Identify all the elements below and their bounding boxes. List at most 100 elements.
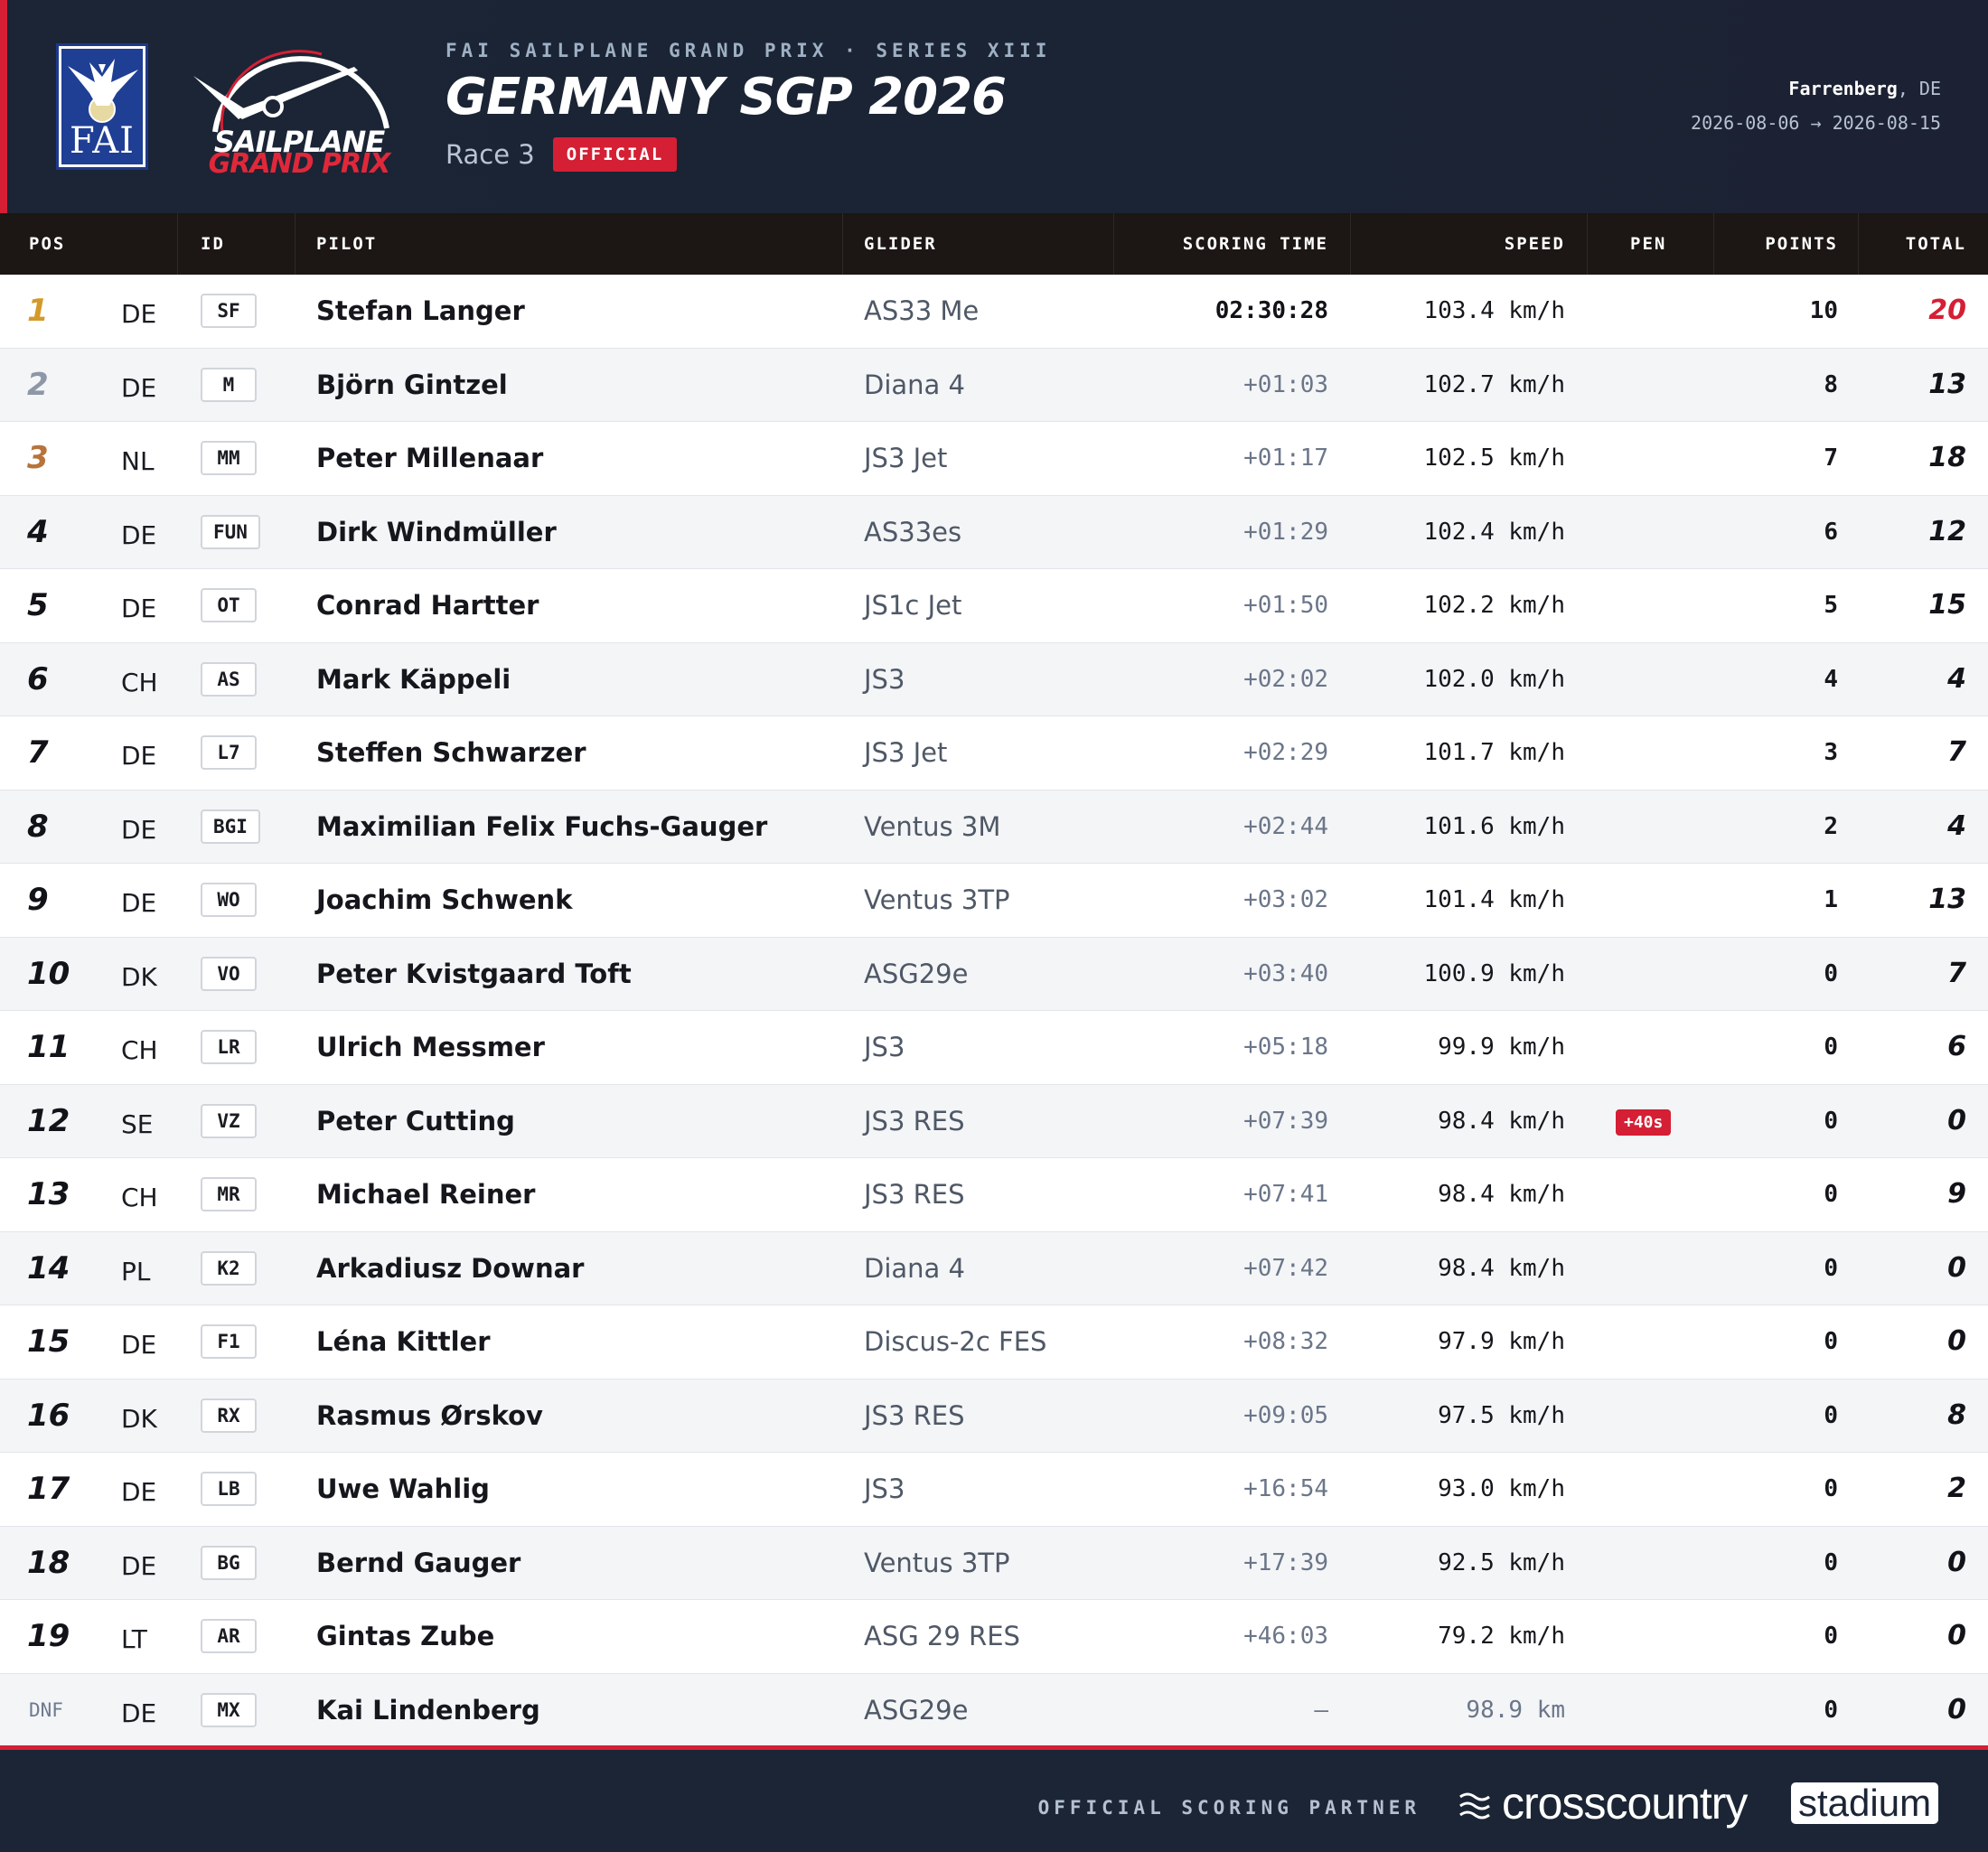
column-header-speed[interactable]: SPEED [1505, 213, 1565, 275]
pilot-name[interactable]: Peter Cutting [316, 1085, 515, 1157]
total-cell: 4 [1947, 662, 1966, 695]
scoring-time-cell: 02:30:28 [1214, 297, 1328, 324]
position-cell: 3 [27, 440, 49, 476]
page-footer: OFFICIAL SCORING PARTNER crosscountry st… [0, 1745, 1988, 1852]
nation-cell: DE [121, 372, 157, 403]
points-cell: 0 [1824, 1181, 1838, 1208]
table-row[interactable]: 5 DE OT Conrad Hartter JS1c Jet +01:50 102.2 k… [0, 569, 1988, 643]
nation-cell: DE [121, 814, 157, 845]
points-cell: 7 [1824, 444, 1838, 472]
pilot-name[interactable]: Peter Millenaar [316, 422, 543, 494]
competition-id-badge: LB [201, 1472, 257, 1506]
speed-cell: 102.7 km/h [1423, 370, 1565, 398]
nation-cell: DE [121, 1330, 157, 1360]
page-header: FAI SAILPLANE GRAND PRIX FAI SAILPLANE G… [0, 0, 1988, 213]
pilot-name[interactable]: Arkadiusz Downar [316, 1232, 585, 1305]
column-header-scoring-time[interactable]: SCORING TIME [1183, 213, 1328, 275]
glider-cell: Discus-2c FES [864, 1326, 1047, 1357]
total-cell: 13 [1928, 884, 1966, 915]
nation-cell: SE [121, 1108, 154, 1139]
column-header-pilot[interactable]: PILOT [316, 213, 377, 275]
table-row[interactable]: 4 DE FUN Dirk Windmüller AS33es +01:29 102.4 k… [0, 495, 1988, 569]
scoring-time-cell: +09:05 [1243, 1401, 1328, 1429]
crosscountry-wind-icon [1459, 1792, 1490, 1819]
table-row[interactable]: 19 LT AR Gintas Zube ASG 29 RES +46:03 79.2 km… [0, 1600, 1988, 1674]
table-row[interactable]: 17 DE LB Uwe Wahlig JS3 +16:54 93.0 km/h 0 2 [0, 1453, 1988, 1527]
points-cell: 3 [1824, 739, 1838, 766]
table-row[interactable]: DNF DE MX Kai Lindenberg ASG29e – 98.9 km 0 0 [0, 1673, 1988, 1747]
pilot-name[interactable]: Gintas Zube [316, 1600, 494, 1672]
pilot-name[interactable]: Peter Kvistgaard Toft [316, 938, 632, 1010]
column-header-id[interactable]: ID [201, 213, 225, 275]
brand-wordmark[interactable]: crosscountry [1502, 1777, 1748, 1829]
nation-cell: DE [121, 741, 157, 771]
brand-badge[interactable]: stadium [1791, 1782, 1939, 1824]
column-header-glider[interactable]: GLIDER [864, 213, 937, 275]
table-row[interactable]: 12 SE VZ Peter Cutting JS3 RES +07:39 98.4 km/… [0, 1084, 1988, 1158]
pilot-name[interactable]: Kai Lindenberg [316, 1674, 540, 1746]
nation-cell: DE [121, 299, 157, 329]
speed-cell: 92.5 km/h [1438, 1548, 1565, 1576]
table-row[interactable]: 10 DK VO Peter Kvistgaard Toft ASG29e +03:40 1… [0, 937, 1988, 1011]
table-row[interactable]: 15 DE F1 Léna Kittler Discus-2c FES +08:32 97.… [0, 1305, 1988, 1380]
scoring-time-cell: +01:03 [1243, 370, 1328, 398]
pilot-name[interactable]: Maximilian Felix Fuchs-Gauger [316, 790, 767, 863]
table-row[interactable]: 11 CH LR Ulrich Messmer JS3 +05:18 99.9 km/h 0 6 [0, 1011, 1988, 1085]
competition-id-badge: BG [201, 1545, 257, 1580]
pilot-name[interactable]: Ulrich Messmer [316, 1011, 545, 1083]
table-row[interactable]: 6 CH AS Mark Käppeli JS3 +02:02 102.0 km/h 4 4 [0, 642, 1988, 716]
status-badge: OFFICIAL [552, 137, 678, 172]
pilot-name[interactable]: Stefan Langer [316, 275, 525, 347]
table-row[interactable]: 8 DE BGI Maximilian Felix Fuchs-Gauger Ventu… [0, 790, 1988, 864]
pilot-name[interactable]: Dirk Windmüller [316, 496, 557, 568]
glider-cell: JS3 [864, 1032, 905, 1062]
table-row[interactable]: 13 CH MR Michael Reiner JS3 RES +07:41 98.4 km… [0, 1158, 1988, 1232]
nation-cell: DE [121, 519, 157, 550]
pilot-name[interactable]: Björn Gintzel [316, 349, 508, 421]
table-row[interactable]: 14 PL K2 Arkadiusz Downar Diana 4 +07:42 98.4 … [0, 1231, 1988, 1305]
glider-cell: JS3 Jet [864, 443, 948, 473]
table-row[interactable]: 9 DE WO Joachim Schwenk Ventus 3TP +03:02 101.… [0, 864, 1988, 938]
points-cell: 6 [1824, 518, 1838, 546]
position-cell: 19 [27, 1618, 70, 1654]
pilot-name[interactable]: Steffen Schwarzer [316, 716, 586, 789]
total-cell: 7 [1947, 957, 1966, 989]
glider-cell: JS3 [864, 1473, 905, 1504]
competition-id-badge: SF [201, 294, 257, 328]
table-row[interactable]: 1 DE SF Stefan Langer AS33 Me 02:30:28 103.4 k… [0, 275, 1988, 349]
table-row[interactable]: 3 NL MM Peter Millenaar JS3 Jet +01:17 102.5 k… [0, 422, 1988, 496]
table-row[interactable]: 7 DE L7 Steffen Schwarzer JS3 Jet +02:29 101.7… [0, 716, 1988, 790]
position-cell: DNF [29, 1698, 63, 1721]
pilot-name[interactable]: Léna Kittler [316, 1305, 491, 1378]
pilot-name[interactable]: Mark Käppeli [316, 643, 511, 716]
glider-cell: ASG 29 RES [864, 1621, 1020, 1651]
pilot-name[interactable]: Uwe Wahlig [316, 1453, 490, 1525]
position-cell: 14 [27, 1249, 70, 1286]
total-cell: 0 [1947, 1251, 1966, 1284]
pilot-name[interactable]: Michael Reiner [316, 1158, 535, 1230]
column-header-pen[interactable]: PEN [1630, 213, 1666, 275]
pilot-name[interactable]: Bernd Gauger [316, 1527, 520, 1599]
points-cell: 0 [1824, 1623, 1838, 1650]
position-cell: 5 [27, 587, 49, 623]
column-header-points[interactable]: POINTS [1765, 213, 1838, 275]
nation-cell: DE [121, 1698, 157, 1728]
competition-id-badge: OT [201, 588, 257, 622]
position-cell: 2 [27, 366, 49, 403]
glider-cell: JS1c Jet [864, 590, 962, 621]
position-cell: 13 [27, 1176, 70, 1212]
column-header-pos[interactable]: POS [29, 213, 65, 275]
table-row[interactable]: 2 DE M Björn Gintzel Diana 4 +01:03 102.7 km/h… [0, 348, 1988, 422]
table-row[interactable]: 18 DE BG Bernd Gauger Ventus 3TP +17:39 92.5 k… [0, 1526, 1988, 1600]
pilot-name[interactable]: Rasmus Ørskov [316, 1380, 543, 1452]
pilot-name[interactable]: Joachim Schwenk [316, 864, 573, 936]
total-cell: 0 [1947, 1104, 1966, 1136]
column-header-total[interactable]: TOTAL [1906, 213, 1966, 275]
title-block: FAI SAILPLANE GRAND PRIX · SERIES XIII G… [445, 40, 1051, 172]
nation-cell: CH [121, 1035, 158, 1065]
position-cell: 8 [27, 808, 49, 845]
table-row[interactable]: 16 DK RX Rasmus Ørskov JS3 RES +09:05 97.5 km/… [0, 1379, 1988, 1453]
total-cell: 6 [1947, 1031, 1966, 1062]
pilot-name[interactable]: Conrad Hartter [316, 569, 539, 641]
nation-cell: PL [121, 1256, 151, 1286]
